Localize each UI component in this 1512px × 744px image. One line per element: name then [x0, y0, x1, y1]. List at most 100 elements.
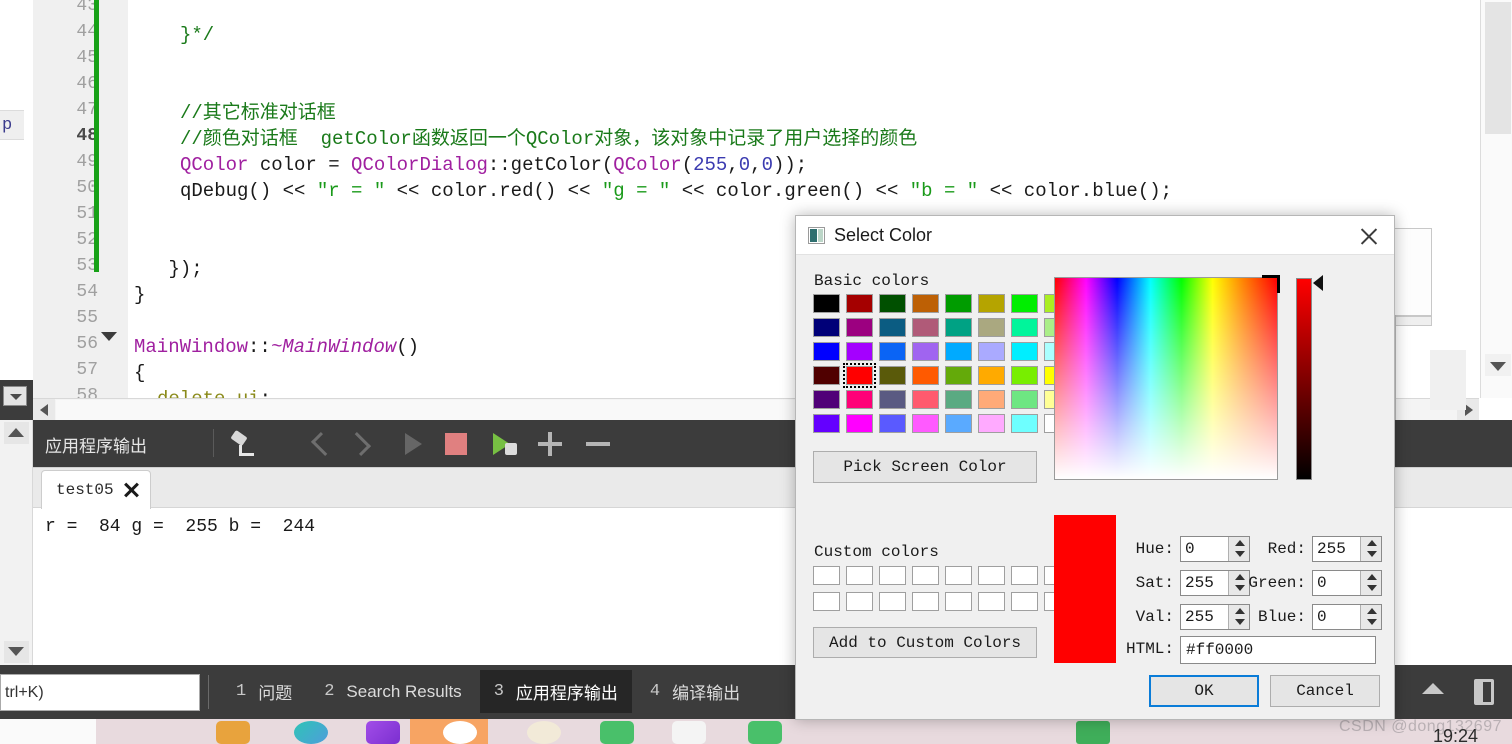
- basic-color-swatch[interactable]: [813, 294, 840, 313]
- search-input[interactable]: trl+K): [0, 674, 200, 711]
- basic-color-swatch[interactable]: [945, 294, 972, 313]
- output-tab-test05[interactable]: test05: [41, 470, 151, 509]
- right-mini-scrollbar[interactable]: [1430, 350, 1466, 410]
- custom-color-swatch[interactable]: [912, 592, 939, 611]
- html-input[interactable]: [1181, 637, 1375, 663]
- stop-button[interactable]: [437, 425, 475, 463]
- value-slider-handle-icon[interactable]: [1313, 275, 1323, 291]
- blue-spin-buttons[interactable]: [1360, 605, 1381, 629]
- custom-color-swatch[interactable]: [978, 566, 1005, 585]
- add-to-custom-colors-button[interactable]: Add to Custom Colors: [813, 627, 1037, 658]
- chevron-up-icon[interactable]: [1422, 683, 1444, 694]
- scroll-left-arrow-icon[interactable]: [33, 399, 55, 420]
- basic-color-swatch[interactable]: [978, 366, 1005, 385]
- custom-color-swatch[interactable]: [945, 566, 972, 585]
- output-vertical-scrollbar[interactable]: [0, 420, 33, 665]
- basic-color-swatch[interactable]: [813, 318, 840, 337]
- custom-color-swatch[interactable]: [879, 566, 906, 585]
- basic-color-swatch[interactable]: [912, 390, 939, 409]
- zoom-out-button[interactable]: [579, 425, 617, 463]
- debug-button[interactable]: [481, 425, 519, 463]
- green-stepper[interactable]: [1312, 570, 1382, 596]
- custom-color-swatch[interactable]: [1011, 592, 1038, 611]
- basic-color-swatch[interactable]: [813, 414, 840, 433]
- custom-color-swatch[interactable]: [945, 592, 972, 611]
- basic-color-swatch[interactable]: [1011, 342, 1038, 361]
- close-icon[interactable]: [1352, 222, 1386, 250]
- spin-up-icon[interactable]: [1367, 574, 1377, 580]
- basic-color-swatch[interactable]: [879, 414, 906, 433]
- taskbar-icon-edge[interactable]: [443, 721, 477, 744]
- pick-screen-color-button[interactable]: Pick Screen Color: [813, 451, 1037, 483]
- green-spin-buttons[interactable]: [1360, 571, 1381, 595]
- basic-color-swatch[interactable]: [912, 342, 939, 361]
- hue-input[interactable]: [1181, 538, 1225, 560]
- zoom-in-button[interactable]: [531, 425, 569, 463]
- basic-color-swatch[interactable]: [912, 414, 939, 433]
- basic-color-swatch[interactable]: [1011, 318, 1038, 337]
- custom-color-swatch[interactable]: [912, 566, 939, 585]
- spin-down-icon[interactable]: [1367, 619, 1377, 625]
- basic-color-swatch[interactable]: [879, 318, 906, 337]
- basic-color-swatch[interactable]: [813, 342, 840, 361]
- basic-color-swatch[interactable]: [1011, 390, 1038, 409]
- saturation-value-picker[interactable]: [1054, 277, 1278, 480]
- taskbar-icon-explorer[interactable]: [216, 721, 250, 744]
- basic-color-swatch[interactable]: [846, 318, 873, 337]
- red-spin-buttons[interactable]: [1360, 537, 1381, 561]
- basic-color-swatch[interactable]: [813, 366, 840, 385]
- basic-color-swatch[interactable]: [879, 342, 906, 361]
- taskbar-icon-browser[interactable]: [294, 721, 328, 744]
- basic-color-swatch[interactable]: [912, 366, 939, 385]
- taskbar-icon-notes[interactable]: [672, 721, 706, 744]
- taskbar-icon-paint[interactable]: [527, 721, 561, 744]
- red-stepper[interactable]: [1312, 536, 1382, 562]
- basic-color-swatch[interactable]: [813, 390, 840, 409]
- status-bar-tab-4[interactable]: 4 编译输出: [636, 670, 754, 713]
- basic-color-swatch[interactable]: [978, 294, 1005, 313]
- custom-color-swatch[interactable]: [846, 592, 873, 611]
- basic-color-swatch[interactable]: [846, 294, 873, 313]
- scroll-up-arrow-icon[interactable]: [4, 422, 29, 444]
- basic-color-swatch[interactable]: [978, 342, 1005, 361]
- basic-color-swatch[interactable]: [945, 342, 972, 361]
- scroll-down-arrow-icon[interactable]: [4, 641, 29, 663]
- taskbar-start-chip[interactable]: [0, 719, 96, 744]
- basic-color-swatch[interactable]: [1011, 366, 1038, 385]
- basic-color-swatch[interactable]: [945, 414, 972, 433]
- custom-color-swatch[interactable]: [879, 592, 906, 611]
- v-scroll-thumb[interactable]: [1485, 2, 1511, 134]
- blue-stepper[interactable]: [1312, 604, 1382, 630]
- taskbar-icon-qq[interactable]: [1076, 721, 1110, 744]
- h-scroll-thumb[interactable]: [56, 400, 816, 420]
- basic-color-swatch[interactable]: [978, 414, 1005, 433]
- taskbar-icon-excel[interactable]: [600, 721, 634, 744]
- spin-up-icon[interactable]: [1367, 608, 1377, 614]
- toggle-sidebar-icon[interactable]: [1474, 679, 1494, 705]
- basic-color-swatch[interactable]: [945, 318, 972, 337]
- basic-color-swatch[interactable]: [912, 318, 939, 337]
- val-input[interactable]: [1181, 606, 1225, 628]
- basic-color-swatch[interactable]: [879, 390, 906, 409]
- basic-color-swatch[interactable]: [843, 363, 876, 388]
- custom-color-swatch[interactable]: [813, 566, 840, 585]
- ok-button[interactable]: OK: [1149, 675, 1259, 707]
- dialog-title-bar[interactable]: Select Color: [796, 216, 1394, 255]
- basic-color-swatch[interactable]: [879, 294, 906, 313]
- basic-color-swatch[interactable]: [1011, 294, 1038, 313]
- run-button[interactable]: [393, 425, 431, 463]
- basic-color-swatch[interactable]: [912, 294, 939, 313]
- basic-color-swatch[interactable]: [846, 414, 873, 433]
- status-bar-tab-3[interactable]: 3 应用程序输出: [479, 670, 632, 713]
- custom-color-swatch[interactable]: [846, 566, 873, 585]
- prev-item-button[interactable]: [305, 425, 343, 463]
- file-tab-fragment[interactable]: p: [0, 110, 24, 140]
- basic-color-swatch[interactable]: [1011, 414, 1038, 433]
- custom-color-swatch[interactable]: [813, 592, 840, 611]
- value-slider[interactable]: [1296, 278, 1312, 480]
- close-icon[interactable]: [122, 481, 140, 499]
- basic-color-swatch[interactable]: [978, 318, 1005, 337]
- clear-output-button[interactable]: [223, 425, 261, 463]
- next-item-button[interactable]: [345, 425, 383, 463]
- taskbar-icon-wechat[interactable]: [748, 721, 782, 744]
